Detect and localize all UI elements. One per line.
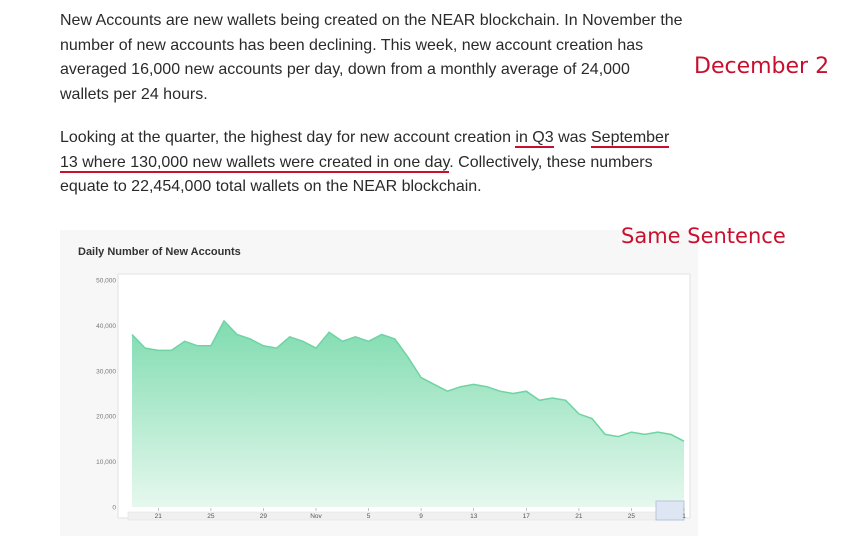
x-tick-label: 25 bbox=[207, 513, 215, 520]
x-tick-label: 5 bbox=[367, 513, 371, 520]
paragraph-line: 13 where 130,000 new wallets were create… bbox=[60, 151, 720, 176]
y-tick-label: 30,000 bbox=[96, 368, 116, 375]
paragraph-line: New Accounts are new wallets being creat… bbox=[60, 12, 683, 29]
paragraph-line: averaged 16,000 new accounts per day, do… bbox=[60, 61, 630, 78]
x-tick-label: 25 bbox=[628, 513, 636, 520]
paragraph-new-accounts: New Accounts are new wallets being creat… bbox=[60, 9, 720, 107]
x-tick-label: 29 bbox=[260, 513, 268, 520]
y-tick-label: 0 bbox=[112, 505, 116, 512]
text-segment: . Collectively, these numbers bbox=[449, 153, 653, 171]
x-tick-label: 21 bbox=[155, 513, 163, 520]
underlined-september: September bbox=[591, 129, 670, 148]
paragraph-line: number of new accounts has been declinin… bbox=[60, 36, 644, 54]
x-tick-label: Nov bbox=[310, 513, 322, 520]
paragraph-line: wallets per 24 hours. bbox=[60, 85, 208, 103]
y-tick-label: 20,000 bbox=[96, 414, 116, 421]
y-tick-label: 10,000 bbox=[96, 459, 116, 466]
text-segment: was bbox=[553, 129, 591, 146]
annotation-same-sentence: Same Sentence bbox=[621, 224, 786, 248]
underlined-q3: in Q3 bbox=[515, 129, 554, 148]
y-tick-label: 40,000 bbox=[96, 323, 116, 330]
underlined-sentence: 13 where 130,000 new wallets were create… bbox=[60, 153, 450, 173]
x-tick-label: 9 bbox=[419, 513, 423, 520]
paragraph-quarter-highlight: Looking at the quarter, the highest day … bbox=[60, 126, 720, 200]
y-tick-label: 50,000 bbox=[96, 278, 116, 285]
paragraph-line: equate to 22,454,000 total wallets on th… bbox=[60, 178, 482, 195]
range-selector-handle[interactable] bbox=[655, 500, 685, 521]
x-tick-label: 13 bbox=[470, 513, 478, 520]
x-tick-label: 1 bbox=[682, 513, 686, 520]
annotation-date: December 2 bbox=[694, 54, 830, 79]
area-chart: 0 10,000 20,000 30,000 40,000 50,000 21 25 29 No… bbox=[96, 273, 691, 521]
x-tick-label: 21 bbox=[575, 513, 583, 520]
paragraph-line: Looking at the quarter, the highest day … bbox=[60, 126, 720, 151]
text-segment: Looking at the quarter, the highest day … bbox=[60, 129, 516, 146]
x-tick-label: 17 bbox=[523, 513, 531, 520]
